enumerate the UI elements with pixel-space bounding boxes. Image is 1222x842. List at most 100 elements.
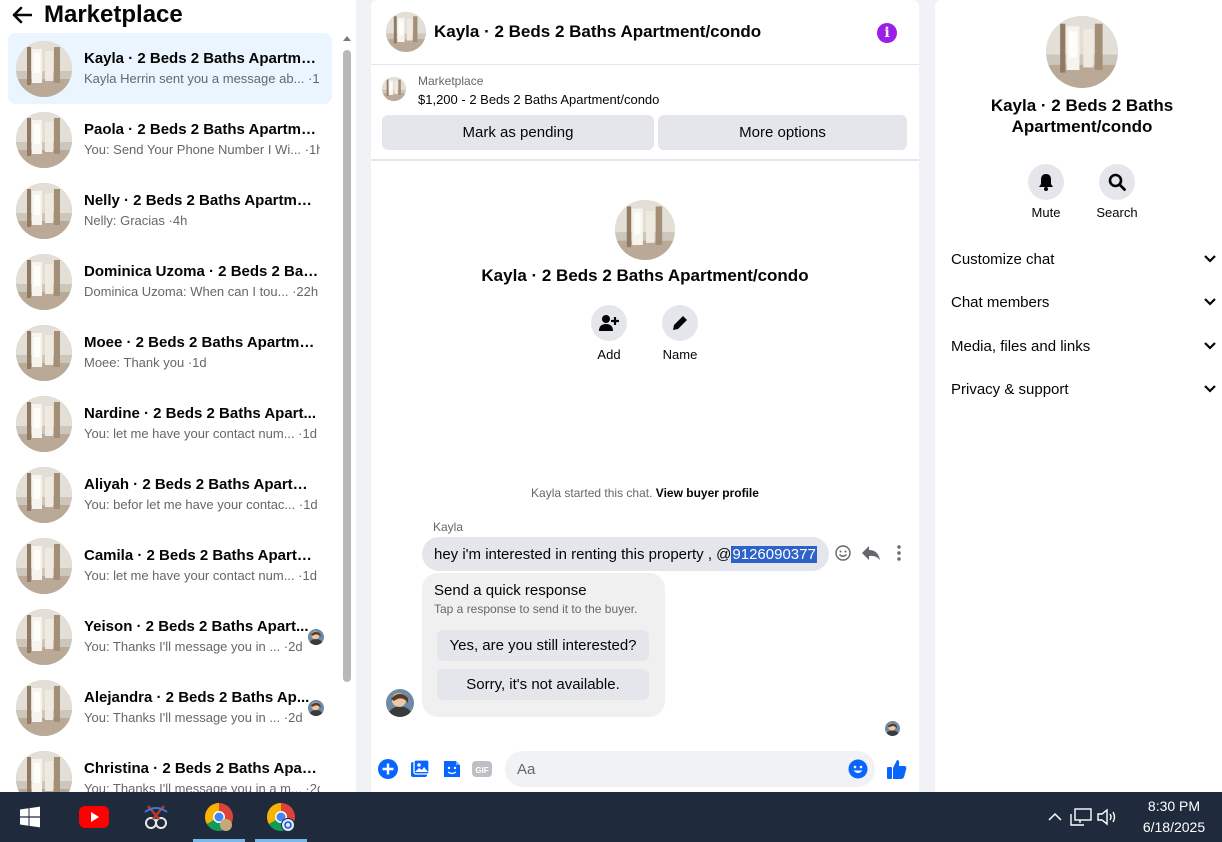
name-chat-button[interactable]: Name (650, 305, 710, 362)
marketplace-label: Marketplace (418, 74, 484, 88)
network-icon[interactable] (1068, 792, 1094, 842)
selected-phone-number[interactable]: 9126090377 (731, 545, 817, 563)
chat-info-panel: Kayla · 2 Beds 2 Baths Apartment/condo M… (935, 0, 1222, 792)
chat-avatar[interactable] (386, 12, 426, 52)
chat-title[interactable]: Kayla · 2 Beds 2 Baths Apartment/condo (434, 22, 761, 42)
conversation-preview: You: Thanks I'll message you in ... ·2d (84, 639, 303, 654)
react-emoji-icon[interactable] (834, 543, 852, 563)
conversation-item[interactable]: Aliyah · 2 Beds 2 Baths Apartme... You: b… (8, 459, 332, 530)
more-options-button[interactable]: More options (658, 115, 907, 150)
conversation-name: Yeison · 2 Beds 2 Baths Apart... (84, 618, 309, 635)
marketplace-banner: Marketplace $1,200 - 2 Beds 2 Baths Apar… (371, 66, 919, 161)
privacy-support-section[interactable]: Privacy & support (951, 374, 1217, 404)
conversation-item[interactable]: Nelly · 2 Beds 2 Baths Apartmen... Nelly:… (8, 175, 332, 246)
chrome-icon[interactable] (193, 792, 245, 842)
volume-icon[interactable] (1094, 792, 1120, 842)
chat-header: Kayla · 2 Beds 2 Baths Apartment/condo i (371, 0, 919, 65)
thumbs-up-icon[interactable] (886, 758, 908, 780)
conversation-item[interactable]: Alejandra · 2 Beds 2 Baths Ap... You: Tha… (8, 672, 332, 743)
conversation-sidebar: Marketplace Kayla · 2 Beds 2 Baths Apart… (0, 0, 356, 792)
conversation-name: Nelly · 2 Beds 2 Baths Apartmen... (84, 192, 320, 209)
listing-avatar (16, 679, 72, 736)
chevron-up-icon[interactable] (1042, 792, 1068, 842)
conversation-name: Camila · 2 Beds 2 Baths Apartme... (84, 547, 320, 564)
chat-members-section[interactable]: Chat members (951, 287, 1217, 317)
system-tray: 8:30 PM 6/18/2025 (1042, 792, 1222, 842)
mute-button[interactable]: Mute (1016, 164, 1076, 220)
message-sender-name: Kayla (433, 520, 464, 534)
chevron-down-icon (1204, 342, 1216, 350)
youtube-icon[interactable] (68, 792, 120, 842)
name-label: Name (662, 347, 698, 362)
bell-icon (1028, 164, 1064, 200)
listing-avatar (16, 324, 72, 381)
listing-title[interactable]: $1,200 - 2 Beds 2 Baths Apartment/condo (418, 92, 659, 107)
reply-icon[interactable] (862, 543, 880, 563)
scroll-up-arrow-icon[interactable] (343, 36, 351, 41)
section-label: Privacy & support (951, 380, 1069, 398)
conversation-item[interactable]: Yeison · 2 Beds 2 Baths Apart... You: Tha… (8, 601, 332, 672)
add-person-icon (591, 305, 627, 341)
search-label: Search (1096, 205, 1138, 220)
quick-reply-not-available-button[interactable]: Sorry, it's not available. (437, 669, 649, 700)
conversation-item[interactable]: Moee · 2 Beds 2 Baths Apartme... Moee: Th… (8, 317, 332, 388)
photo-icon[interactable] (409, 758, 431, 780)
conversation-name: Nardine · 2 Beds 2 Baths Apart... (84, 405, 317, 422)
sender-avatar[interactable] (386, 689, 414, 717)
message-input[interactable] (505, 751, 875, 787)
conversation-item[interactable]: Camila · 2 Beds 2 Baths Apartme... You: l… (8, 530, 332, 601)
windows-taskbar: 8:30 PM 6/18/2025 (0, 792, 1222, 842)
listing-avatar (16, 182, 72, 239)
conversation-preview: Nelly: Gracias ·4h (84, 213, 188, 228)
info-chat-name: Kayla · 2 Beds 2 Baths Apartment/condo (990, 96, 1174, 136)
customize-chat-section[interactable]: Customize chat (951, 244, 1217, 274)
sticker-icon[interactable] (441, 758, 463, 780)
plus-circle-icon[interactable] (377, 758, 399, 780)
listing-avatar (16, 253, 72, 310)
emoji-icon[interactable] (847, 758, 869, 780)
chrome-profile-icon[interactable] (255, 792, 307, 842)
seen-avatar (308, 700, 324, 716)
conversation-name: Dominica Uzoma · 2 Beds 2 Bath... (84, 263, 320, 280)
sidebar-scrollbar[interactable] (340, 34, 354, 792)
listing-avatar (16, 750, 72, 792)
conversation-preview: Kayla Herrin sent you a message ab... ·1… (84, 71, 320, 86)
started-text: Kayla started this chat. (531, 486, 653, 500)
add-people-button[interactable]: Add (579, 305, 639, 362)
listing-avatar (16, 608, 72, 665)
conversation-item[interactable]: Paola · 2 Beds 2 Baths Apartmen... You: S… (8, 104, 332, 175)
conversation-item[interactable]: Kayla · 2 Beds 2 Baths Apartmen... Kayla … (8, 33, 332, 104)
chevron-down-icon (1204, 298, 1216, 306)
gif-icon[interactable]: GIF (471, 758, 493, 780)
snipping-tool-icon[interactable] (130, 792, 182, 842)
quick-response-card: Send a quick response Tap a response to … (422, 573, 665, 717)
message-bubble[interactable]: hey i'm interested in renting this prope… (422, 537, 829, 571)
listing-thumbnail[interactable] (382, 77, 406, 101)
windows-start-icon[interactable] (4, 792, 56, 842)
conversation-preview: You: Thanks I'll message you in a m... ·… (84, 781, 320, 792)
conversation-item[interactable]: Christina · 2 Beds 2 Baths Apart... You: … (8, 743, 332, 792)
media-files-links-section[interactable]: Media, files and links (951, 331, 1217, 361)
conversation-preview: Moee: Thank you ·1d (84, 355, 207, 370)
seen-avatar (308, 629, 324, 645)
info-icon[interactable]: i (877, 23, 897, 43)
conversation-preview: You: let me have your contact num... ·1d (84, 426, 317, 441)
more-vertical-icon[interactable] (890, 543, 908, 563)
search-in-chat-button[interactable]: Search (1087, 164, 1147, 220)
conversation-item[interactable]: Dominica Uzoma · 2 Beds 2 Bath... Dominic… (8, 246, 332, 317)
quick-reply-still-interested-button[interactable]: Yes, are you still interested? (437, 630, 649, 661)
clock[interactable]: 8:30 PM 6/18/2025 (1126, 796, 1222, 838)
read-receipt-avatar (885, 721, 900, 736)
back-arrow-icon[interactable] (0, 0, 44, 30)
message-text: hey i'm interested in renting this prope… (434, 545, 732, 563)
section-label: Media, files and links (951, 337, 1091, 355)
info-avatar (1046, 16, 1118, 88)
conversation-name: Alejandra · 2 Beds 2 Baths Ap... (84, 689, 310, 706)
conversation-item[interactable]: Nardine · 2 Beds 2 Baths Apart... You: le… (8, 388, 332, 459)
pencil-icon (662, 305, 698, 341)
listing-avatar (16, 466, 72, 523)
mark-as-pending-button[interactable]: Mark as pending (382, 115, 654, 150)
conversation-name: Aliyah · 2 Beds 2 Baths Apartme... (84, 476, 320, 493)
view-buyer-profile-link[interactable]: View buyer profile (656, 486, 759, 500)
scroll-thumb[interactable] (343, 50, 351, 682)
